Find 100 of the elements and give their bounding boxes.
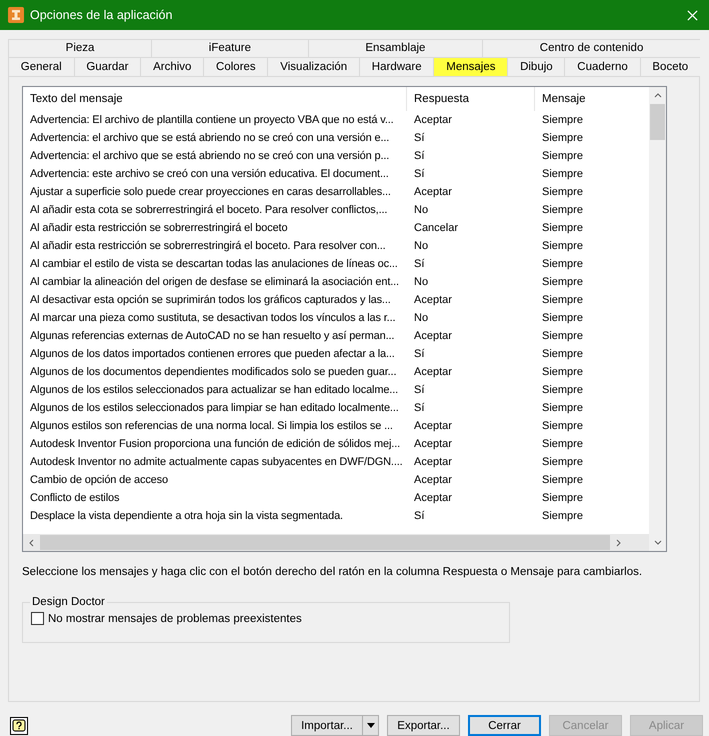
table-cell-text: Siempre bbox=[541, 347, 584, 362]
tab[interactable]: Ensamblaje bbox=[308, 39, 482, 57]
column-header[interactable]: Mensaje bbox=[535, 87, 648, 111]
tab[interactable]: Archivo bbox=[140, 57, 204, 76]
scrollbar-thumb[interactable] bbox=[40, 535, 610, 550]
table-cell-text: Aceptar bbox=[413, 491, 453, 506]
table-cell-text: Algunas referencias externas de AutoCAD no se han resuelto y así perman... bbox=[29, 329, 396, 344]
table-cell-text: Aceptar bbox=[413, 113, 453, 128]
column-header[interactable]: Respuesta bbox=[407, 87, 535, 111]
table-cell-text: Advertencia: el archivo que se está abriendo no se creó con una versión p... bbox=[29, 149, 390, 164]
table-cell-text: Al añadir esta restricción se sobrerrestringirá el boceto. Para resolver con... bbox=[29, 239, 387, 254]
table-cell-text: Aceptar bbox=[413, 419, 453, 434]
scroll-right-icon[interactable] bbox=[616, 538, 621, 546]
table-cell-text: Sí bbox=[413, 131, 426, 146]
table-cell-text: Sí bbox=[413, 347, 426, 362]
table-cell-text: Al añadir esta cota se sobrerrestringirá el boceto. Para resolver conflictos,... bbox=[29, 203, 388, 218]
close-icon[interactable] bbox=[687, 10, 698, 20]
tab[interactable]: iFeature bbox=[151, 39, 308, 57]
scroll-down-icon[interactable] bbox=[654, 540, 662, 545]
scroll-left-icon[interactable] bbox=[29, 538, 34, 546]
table-cell-text: Al añadir esta restricción se sobrerrestringirá el boceto bbox=[29, 221, 288, 236]
table-cell-text: Siempre bbox=[541, 455, 584, 470]
table-cell-text: Siempre bbox=[541, 401, 584, 416]
column-header[interactable]: Texto del mensaje bbox=[23, 87, 407, 111]
table-cell-text: Siempre bbox=[541, 329, 584, 344]
table-cell-text: Siempre bbox=[541, 239, 584, 254]
table-cell-text: Autodesk Inventor no admite actualmente capas subyacentes en DWF/DGN.... bbox=[29, 455, 404, 470]
table-cell-text: Al cambiar el estilo de vista se descartan todas las anulaciones de líneas oc... bbox=[29, 257, 399, 272]
table-cell-text: Aceptar bbox=[413, 473, 453, 488]
table-cell-text: Aceptar bbox=[413, 293, 453, 308]
table-cell-text: Sí bbox=[413, 257, 426, 272]
table-cell-text: Conflicto de estilos bbox=[29, 491, 120, 506]
horizontal-scrollbar[interactable] bbox=[23, 534, 649, 551]
table-cell-text: Al marcar una pieza como sustituta, se desactivan todos los vínculos a las r... bbox=[29, 311, 396, 326]
table-cell-text: Siempre bbox=[541, 365, 584, 380]
app-icon bbox=[8, 7, 24, 23]
table-cell-text: No bbox=[413, 311, 430, 326]
hint-text: Seleccione los mensajes y haga clic con el botón derecho del ratón en la columna Respuesta o Mensaje para cambiarlos. bbox=[22, 566, 644, 578]
table-cell-text: Siempre bbox=[541, 257, 584, 272]
tab[interactable]: Cuaderno bbox=[564, 57, 640, 76]
table-cell-text: Siempre bbox=[541, 275, 584, 290]
table-cell-text: Siempre bbox=[541, 311, 584, 326]
checkbox-label[interactable]: No mostrar mensajes de problemas preexistentes bbox=[48, 612, 302, 624]
tab[interactable]: Pieza bbox=[8, 39, 152, 57]
table-cell-text: Siempre bbox=[541, 509, 584, 524]
table-cell-text: Siempre bbox=[541, 437, 584, 452]
table-cell-text: Al cambiar la alineación del origen de desfase se eliminará la asociación ent... bbox=[29, 275, 400, 290]
tab[interactable]: General bbox=[8, 57, 74, 76]
table-cell-text: Siempre bbox=[541, 221, 584, 236]
tab[interactable]: Centro de contenido bbox=[482, 39, 700, 57]
table-cell-text: Advertencia: El archivo de plantilla contiene un proyecto VBA que no está v... bbox=[29, 113, 395, 128]
scrollbar-thumb[interactable] bbox=[650, 104, 665, 140]
table-cell-text: Sí bbox=[413, 167, 426, 182]
tab[interactable]: Visualización bbox=[267, 57, 359, 76]
dialog-button[interactable]: Cerrar bbox=[468, 715, 541, 736]
table-cell-text: Advertencia: este archivo se creó con una versión educativa. El document... bbox=[29, 167, 390, 182]
table-cell-text: Siempre bbox=[541, 167, 584, 182]
window-title: Opciones de la aplicación bbox=[30, 8, 174, 22]
table-cell-text: Aceptar bbox=[413, 455, 453, 470]
table-cell-text: Algunos estilos son referencias de una norma local. Si limpia los estilos se ... bbox=[29, 419, 394, 434]
scroll-up-icon[interactable] bbox=[654, 93, 662, 98]
tab[interactable]: Boceto bbox=[640, 57, 700, 76]
caret-icon bbox=[366, 723, 374, 728]
table-cell-text: Sí bbox=[413, 509, 426, 524]
table-cell-text: Siempre bbox=[541, 113, 584, 128]
table-cell-text: Aceptar bbox=[413, 329, 453, 344]
tab[interactable]: Mensajes bbox=[433, 57, 508, 76]
help-icon[interactable] bbox=[10, 717, 28, 735]
vertical-scrollbar[interactable] bbox=[649, 87, 666, 551]
table-cell-text: Al desactivar esta opción se suprimirán todos los gráficos capturados y las... bbox=[29, 293, 392, 308]
table-cell-text: Algunos de los estilos seleccionados para limpiar se han editado localmente... bbox=[29, 401, 400, 416]
tab[interactable]: Guardar bbox=[74, 57, 140, 76]
table-cell-text: Sí bbox=[413, 383, 426, 398]
import-button[interactable]: Importar... bbox=[291, 715, 363, 736]
table-cell-text: Siempre bbox=[541, 293, 584, 308]
table-cell-text: Aceptar bbox=[413, 185, 453, 200]
table-cell-text: Algunos de los datos importados contienen errores que pueden afectar a la... bbox=[29, 347, 396, 362]
table-cell-text: Cancelar bbox=[413, 221, 460, 236]
tab[interactable]: Colores bbox=[203, 57, 268, 76]
dropdown-button[interactable] bbox=[363, 715, 379, 736]
table-cell-text: Ajustar a superficie solo puede crear proyecciones en caras desarrollables... bbox=[29, 185, 392, 200]
table-cell-text: Siempre bbox=[541, 185, 584, 200]
dialog-button[interactable]: Exportar... bbox=[387, 715, 460, 736]
table-cell-text: Sí bbox=[413, 149, 426, 164]
table-cell-text: Sí bbox=[413, 401, 426, 416]
checkbox[interactable] bbox=[31, 612, 44, 625]
table-cell-text: Desplace la vista dependiente a otra hoja sin la vista segmentada. bbox=[29, 509, 344, 524]
table-cell-text: Aceptar bbox=[413, 365, 453, 380]
table-cell-text: Advertencia: el archivo que se está abriendo no se creó con una versión e... bbox=[29, 131, 390, 146]
table-cell-text: Siempre bbox=[541, 419, 584, 434]
table-cell-text: Autodesk Inventor Fusion proporciona una función de edición de sólidos mej... bbox=[29, 437, 402, 452]
tab[interactable]: Hardware bbox=[359, 57, 434, 76]
table-cell-text: Siempre bbox=[541, 491, 584, 506]
tab[interactable]: Dibujo bbox=[507, 57, 564, 76]
table-cell-text: Siempre bbox=[541, 383, 584, 398]
group-title: Design Doctor bbox=[31, 596, 106, 608]
table-cell-text: Siempre bbox=[541, 131, 584, 146]
table-cell-text: Cambio de opción de acceso bbox=[29, 473, 169, 488]
table-cell-text: Siempre bbox=[541, 149, 584, 164]
table-cell-text: Siempre bbox=[541, 203, 584, 218]
